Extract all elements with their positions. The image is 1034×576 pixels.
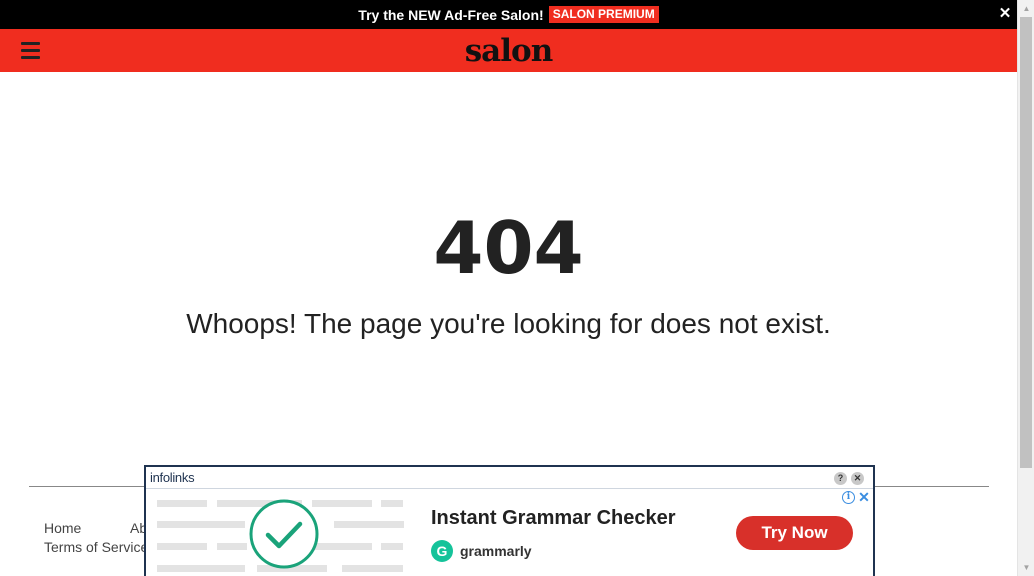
ad-sponsor[interactable]: G grammarly [431,540,532,562]
close-icon[interactable]: ✕ [997,5,1013,23]
promo-bar[interactable]: Try the NEW Ad-Free Salon! SALON PREMIUM… [0,0,1017,29]
footer-link-terms[interactable]: Terms of Service [44,539,148,555]
help-icon[interactable]: ? [834,472,847,485]
ad-topbar: infolinks ? ✕ [146,467,873,489]
info-icon[interactable]: i [842,491,855,504]
dismiss-icon[interactable]: ✕ [857,489,871,505]
scroll-down-icon[interactable]: ▼ [1018,559,1034,576]
ad-headline[interactable]: Instant Grammar Checker [431,507,676,530]
promo-text[interactable]: Try the NEW Ad-Free Salon! [358,7,543,23]
page: Try the NEW Ad-Free Salon! SALON PREMIUM… [0,0,1017,576]
checkmark-icon [249,499,319,569]
scroll-up-icon[interactable]: ▲ [1018,0,1034,17]
footer-link-home[interactable]: Home [44,520,81,536]
premium-badge[interactable]: SALON PREMIUM [548,6,659,23]
grammarly-logo-icon: G [431,540,453,562]
ad-banner[interactable]: infolinks ? ✕ i ✕ Instant Grammar Checke… [144,465,875,576]
ad-sponsor-name: grammarly [460,543,532,559]
error-message: Whoops! The page you're looking for does… [186,308,831,339]
scroll-thumb[interactable] [1020,17,1032,468]
ad-network-label[interactable]: infolinks [150,470,195,485]
site-header: salon [0,29,1017,72]
close-icon[interactable]: ✕ [851,472,864,485]
site-logo[interactable]: salon [0,29,1017,73]
error-code: 404 [433,206,584,290]
vertical-scrollbar[interactable]: ▲ ▼ [1017,0,1034,576]
try-now-button[interactable]: Try Now [736,516,853,550]
